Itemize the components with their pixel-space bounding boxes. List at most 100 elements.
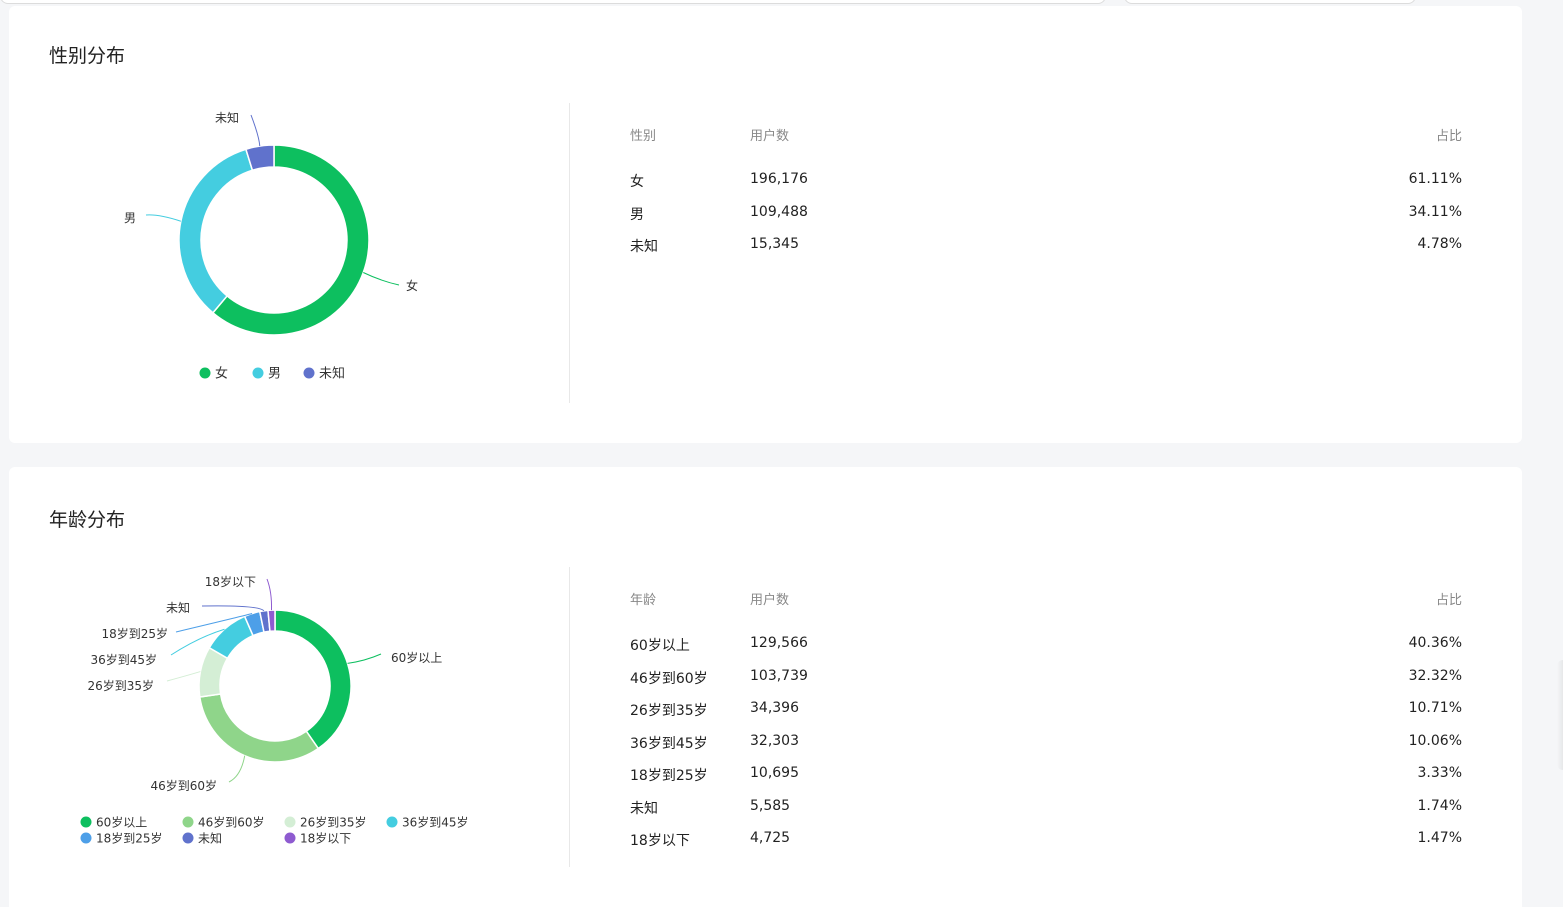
label-leader-line: [347, 653, 382, 664]
row-label: 未知: [630, 800, 658, 817]
col-pct-header: 占比: [1435, 129, 1462, 144]
row-users: 196,176: [750, 171, 808, 187]
table-row: 男 109,488 34.11%: [630, 204, 1462, 237]
age-donut-chart: 60岁以上46岁到60岁26岁到35岁36岁到45岁18岁到25岁未知18岁以下…: [80, 574, 469, 846]
table-row: 36岁到45岁 32,303 10.06%: [630, 733, 1462, 766]
row-users: 109,488: [750, 203, 808, 220]
age-table-header: 年龄 用户数 占比: [630, 589, 1462, 609]
row-pct: 1.74%: [1417, 797, 1462, 814]
table-row: 18岁以下 4,725 1.47%: [630, 830, 1462, 863]
col-pct-header: 占比: [1435, 593, 1462, 608]
table-row: 26岁到35岁 34,396 10.71%: [630, 700, 1462, 733]
table-row: 60岁以上 129,566 40.36%: [630, 635, 1462, 668]
row-users: 10,695: [750, 765, 799, 781]
slice-label: 46岁到60岁: [150, 778, 217, 793]
label-leader-line: [201, 605, 265, 612]
slice-label: 60岁以上: [391, 650, 442, 665]
legend-marker[interactable]: [252, 367, 264, 379]
slice-label: 未知: [215, 111, 239, 125]
slice-label: 18岁以下: [205, 574, 256, 589]
table-row: 46岁到60岁 103,739 32.32%: [630, 668, 1462, 701]
legend-marker[interactable]: [284, 832, 296, 844]
table-row: 女 196,176 61.11%: [630, 171, 1462, 204]
row-pct: 34.11%: [1408, 203, 1462, 220]
age-table: 年龄 用户数 占比 60岁以上 129,566 40.36% 46岁到60岁 1…: [630, 589, 1462, 863]
row-users: 34,396: [750, 700, 799, 716]
legend-marker[interactable]: [80, 816, 92, 828]
row-pct: 1.47%: [1417, 830, 1462, 846]
legend-marker[interactable]: [199, 367, 211, 379]
col-users-header: 用户数: [750, 129, 790, 144]
legend-label[interactable]: 26岁到35岁: [300, 815, 367, 830]
filter-select-edge[interactable]: [1124, 0, 1416, 4]
legend-label[interactable]: 18岁到25岁: [96, 831, 163, 846]
slice-label: 18岁到25岁: [101, 626, 168, 641]
row-label: 36岁到45岁: [630, 735, 708, 752]
label-leader-line: [250, 114, 261, 147]
filter-input-edge[interactable]: [0, 0, 1106, 4]
row-pct: 4.78%: [1417, 236, 1462, 252]
label-leader-line: [228, 755, 246, 783]
age-divider: [569, 567, 570, 867]
row-label: 26岁到35岁: [630, 703, 708, 719]
side-scroll-hint: [1557, 660, 1563, 770]
col-age-header: 年龄: [630, 593, 657, 608]
donut-slice-item-6[interactable]: [267, 609, 276, 633]
row-label: 男: [630, 206, 644, 223]
row-pct: 10.71%: [1408, 700, 1462, 716]
row-users: 32,303: [750, 732, 799, 749]
slice-label: 36岁到45岁: [90, 652, 157, 667]
legend-label[interactable]: 18岁以下: [300, 831, 351, 846]
row-pct: 3.33%: [1417, 765, 1462, 781]
legend-label[interactable]: 未知: [319, 366, 345, 382]
row-pct: 40.36%: [1408, 635, 1462, 651]
row-pct: 32.32%: [1408, 667, 1462, 684]
row-users: 5,585: [750, 797, 791, 814]
legend-marker[interactable]: [303, 367, 315, 379]
label-leader-line: [145, 214, 182, 222]
slice-label: 26岁到35岁: [87, 678, 154, 693]
row-users: 4,725: [750, 830, 791, 846]
legend-marker[interactable]: [80, 832, 92, 844]
legend-marker[interactable]: [386, 816, 398, 828]
col-gender-header: 性别: [630, 129, 657, 144]
row-users: 103,739: [750, 667, 808, 684]
donut-slice-item-1[interactable]: [198, 693, 320, 763]
row-label: 18岁以下: [630, 833, 690, 849]
row-pct: 10.06%: [1408, 732, 1462, 749]
slice-label: 男: [124, 211, 136, 225]
legend-marker[interactable]: [284, 816, 296, 828]
row-users: 129,566: [750, 635, 808, 651]
gender-distribution-card: 性别分布 女男未知女男未知 性别 用户数 占比 女 196,176 61.11%…: [9, 6, 1522, 443]
gender-divider: [569, 103, 570, 403]
legend-label[interactable]: 36岁到45岁: [402, 815, 469, 830]
label-leader-line: [363, 272, 400, 286]
legend-marker[interactable]: [182, 832, 194, 844]
row-label: 女: [630, 174, 644, 190]
legend-label[interactable]: 女: [215, 366, 228, 382]
slice-label: 未知: [166, 601, 190, 615]
row-label: 60岁以上: [630, 638, 690, 654]
row-label: 46岁到60岁: [630, 670, 708, 687]
legend-marker[interactable]: [182, 816, 194, 828]
gender-donut-chart: 女男未知女男未知: [124, 111, 418, 382]
row-label: 未知: [630, 239, 658, 255]
donut-slice-item-0[interactable]: [274, 609, 352, 750]
slice-label: 女: [406, 278, 418, 293]
gender-table-header: 性别 用户数 占比: [630, 125, 1462, 145]
legend-label[interactable]: 男: [268, 367, 281, 382]
row-pct: 61.11%: [1408, 171, 1462, 187]
donut-slice-item-1[interactable]: [178, 148, 254, 314]
legend-label[interactable]: 46岁到60岁: [198, 815, 265, 830]
table-row: 未知 5,585 1.74%: [630, 798, 1462, 831]
legend-label[interactable]: 60岁以上: [96, 815, 147, 830]
row-label: 18岁到25岁: [630, 768, 708, 784]
legend-label[interactable]: 未知: [198, 832, 222, 846]
gender-table: 性别 用户数 占比 女 196,176 61.11% 男 109,488 34.…: [630, 125, 1462, 269]
col-users-header: 用户数: [750, 593, 790, 608]
table-row: 18岁到25岁 10,695 3.33%: [630, 765, 1462, 798]
row-users: 15,345: [750, 236, 799, 252]
age-distribution-card: 年龄分布 60岁以上 46岁到60岁 26岁到35岁 36岁到45岁 18岁到25岁 未知…: [9, 467, 1522, 907]
label-leader-line: [266, 578, 273, 611]
table-row: 未知 15,345 4.78%: [630, 236, 1462, 269]
